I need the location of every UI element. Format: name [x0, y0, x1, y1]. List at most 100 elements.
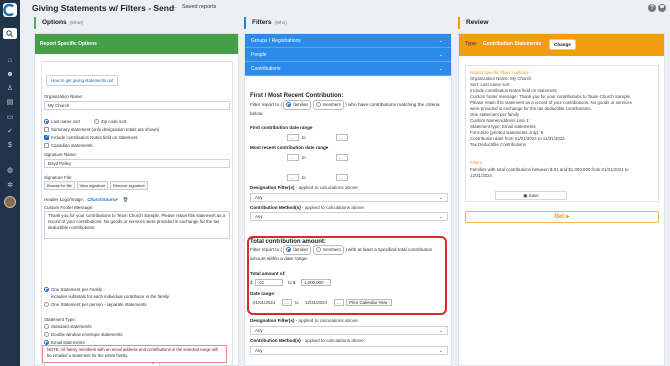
method-label-text: Contribution Method(s)	[250, 338, 301, 343]
save-label: Save	[528, 193, 539, 198]
type-label: Type:	[465, 41, 478, 47]
radio-dot	[94, 119, 99, 125]
review-line: were provided in exchange for the tax de…	[470, 106, 592, 111]
filters-subtitle: (Who)	[274, 20, 287, 25]
recent-to-dots[interactable]: ...	[336, 154, 348, 161]
recent-to-label: to	[302, 155, 306, 160]
people-icon[interactable]: ☻	[5, 70, 15, 79]
recent-range-label: Most recent contribution date range	[250, 145, 329, 150]
go-button[interactable]: Go! ▸	[465, 211, 659, 223]
signature-file-label: Signature File:	[44, 175, 73, 180]
first-to-label: to	[302, 135, 306, 140]
highlight-box	[247, 236, 447, 315]
summary-checkbox[interactable]: Summary statement (only designation tota…	[44, 127, 160, 133]
search-icon[interactable]	[3, 28, 17, 39]
help-icon[interactable]: ?	[648, 4, 656, 12]
recent2-to-dots[interactable]: ...	[336, 174, 348, 181]
gear-icon[interactable]: ✲	[5, 181, 15, 190]
sort-zip-radio[interactable]: Zip code sort	[94, 119, 127, 125]
trash-icon[interactable]: 🗑	[123, 197, 129, 202]
review-line: Contribution date from 01/01/2024 to 12/…	[470, 136, 565, 141]
avatar[interactable]	[4, 196, 16, 208]
checkbox	[44, 134, 49, 141]
view-signature-button[interactable]: View signature	[76, 181, 109, 190]
checklist-icon[interactable]: ✓	[5, 127, 15, 136]
custom-footer-label: Custom Footer Message:	[44, 205, 94, 210]
sort-zip-label: Zip code sort	[101, 119, 127, 124]
accordion-groups[interactable]: Groups / Registrations ⌄	[245, 34, 451, 48]
filter-report-to-text: Filter report to (	[250, 102, 283, 107]
recent2-from-dots[interactable]: ...	[287, 174, 299, 181]
who-have-text: ) who have contributions matching the	[345, 102, 425, 107]
applied-text: - applied to calculations above:	[294, 185, 359, 190]
chevron-down-icon: ⌄	[438, 66, 443, 72]
radio-dot	[44, 302, 49, 308]
saved-reports-link[interactable]: ← Saved reports	[172, 4, 216, 10]
one-per-person-radio[interactable]: One Statement per person - separate stat…	[44, 302, 147, 308]
families-radio[interactable]: families	[283, 100, 312, 110]
review-column-header: Review	[458, 17, 488, 29]
double-window-label: Double window envelope statements	[51, 332, 123, 337]
method-label-1: Contribution Method(s) - applied to calc…	[250, 205, 365, 210]
applied-text: - applied to calculations above:	[300, 205, 366, 210]
review-line: Organization Name: My Church	[470, 76, 532, 81]
options-title: Options	[42, 19, 67, 26]
org-name-input[interactable]: My Church	[44, 101, 230, 110]
method-label-text: Contribution Method(s)	[250, 205, 301, 210]
one-per-family-radio[interactable]: One Statement per Family -	[44, 287, 105, 293]
go-label: Go!	[554, 214, 565, 220]
accordion-people[interactable]: People ⌄	[245, 48, 451, 62]
logo-row: Header Logo/Image: ChurchSource 🗑	[44, 197, 128, 203]
designation-select-1[interactable]: Any ⌄	[250, 193, 448, 202]
radio-dot	[315, 102, 321, 108]
include-notes-label: Include contribution Notes field on stat…	[51, 135, 138, 140]
person-icon[interactable]: ♙	[5, 84, 15, 93]
one-per-person-label: One Statement per person - separate stat…	[51, 302, 147, 307]
custom-footer-textarea[interactable]: Thank you for your contributions to Team…	[44, 211, 230, 239]
how-to-link[interactable]: How to get giving statements out	[46, 75, 119, 86]
designation-select-2[interactable]: Any ⌄	[250, 326, 448, 335]
double-window-radio[interactable]: Double window envelope statements	[44, 332, 123, 338]
dollar-icon[interactable]: $	[5, 141, 15, 150]
radio-dot	[44, 332, 49, 338]
chevron-down-icon: ⌄	[438, 328, 443, 334]
first-from-dots[interactable]: ...	[287, 134, 299, 141]
members-radio[interactable]: members	[312, 100, 344, 110]
app-logo[interactable]	[3, 3, 17, 17]
chevron-down-icon: ⌄	[438, 214, 443, 220]
nav-rail: ⌂ ☻ ♙ ▤ ▭ ✓ $ ◍ ✲	[0, 0, 20, 366]
review-type-bar: Type: Contribution Statements Change	[459, 34, 664, 56]
user-icon[interactable]	[658, 4, 666, 12]
review-line: 12/31/2024	[470, 173, 492, 178]
include-notes-checkbox[interactable]: Include contribution Notes field on stat…	[44, 134, 138, 141]
browse-button[interactable]: Browse for file	[44, 181, 75, 190]
filters-column-header: Filters (Who)	[244, 17, 287, 29]
recent2-to-label: to	[302, 175, 306, 180]
radio-dot	[286, 102, 292, 108]
standard-radio[interactable]: Standard statements	[44, 324, 92, 330]
document-icon[interactable]: ▤	[5, 98, 15, 107]
method-select-1-value: Any	[255, 214, 263, 219]
remove-signature-button[interactable]: Remove signature	[110, 181, 148, 190]
first-to-dots[interactable]: ...	[336, 134, 348, 141]
home-icon[interactable]: ⌂	[5, 56, 15, 65]
saved-reports-label: Saved reports	[182, 4, 217, 10]
save-button[interactable]: ▣ Save	[495, 191, 567, 200]
globe-icon[interactable]: ◍	[5, 166, 15, 175]
recent-from-dots[interactable]: ...	[287, 154, 299, 161]
options-panel: Report Specific Options How to get givin…	[34, 33, 239, 366]
method-select-2[interactable]: Any ⌄	[250, 346, 448, 355]
canadian-checkbox[interactable]: Canadian statements	[44, 143, 93, 149]
desig-label-text: Designation Filter(s)	[250, 318, 295, 323]
one-per-family-label: One Statement per Family -	[51, 287, 105, 292]
sort-last-radio[interactable]: Last name sort	[44, 119, 80, 125]
method-select-1[interactable]: Any ⌄	[250, 212, 448, 221]
options-subtitle: (What)	[69, 20, 84, 25]
change-button[interactable]: Change	[549, 39, 576, 50]
signature-name-input[interactable]: Boyd Pelley	[44, 159, 230, 168]
summary-label: Summary statement (only designation tota…	[51, 127, 160, 132]
accordion-contributions[interactable]: Contributions ⌄	[245, 62, 451, 76]
review-line: One statement per family	[470, 112, 520, 117]
play-icon: ▸	[564, 214, 570, 220]
chat-icon[interactable]: ▭	[5, 113, 15, 122]
